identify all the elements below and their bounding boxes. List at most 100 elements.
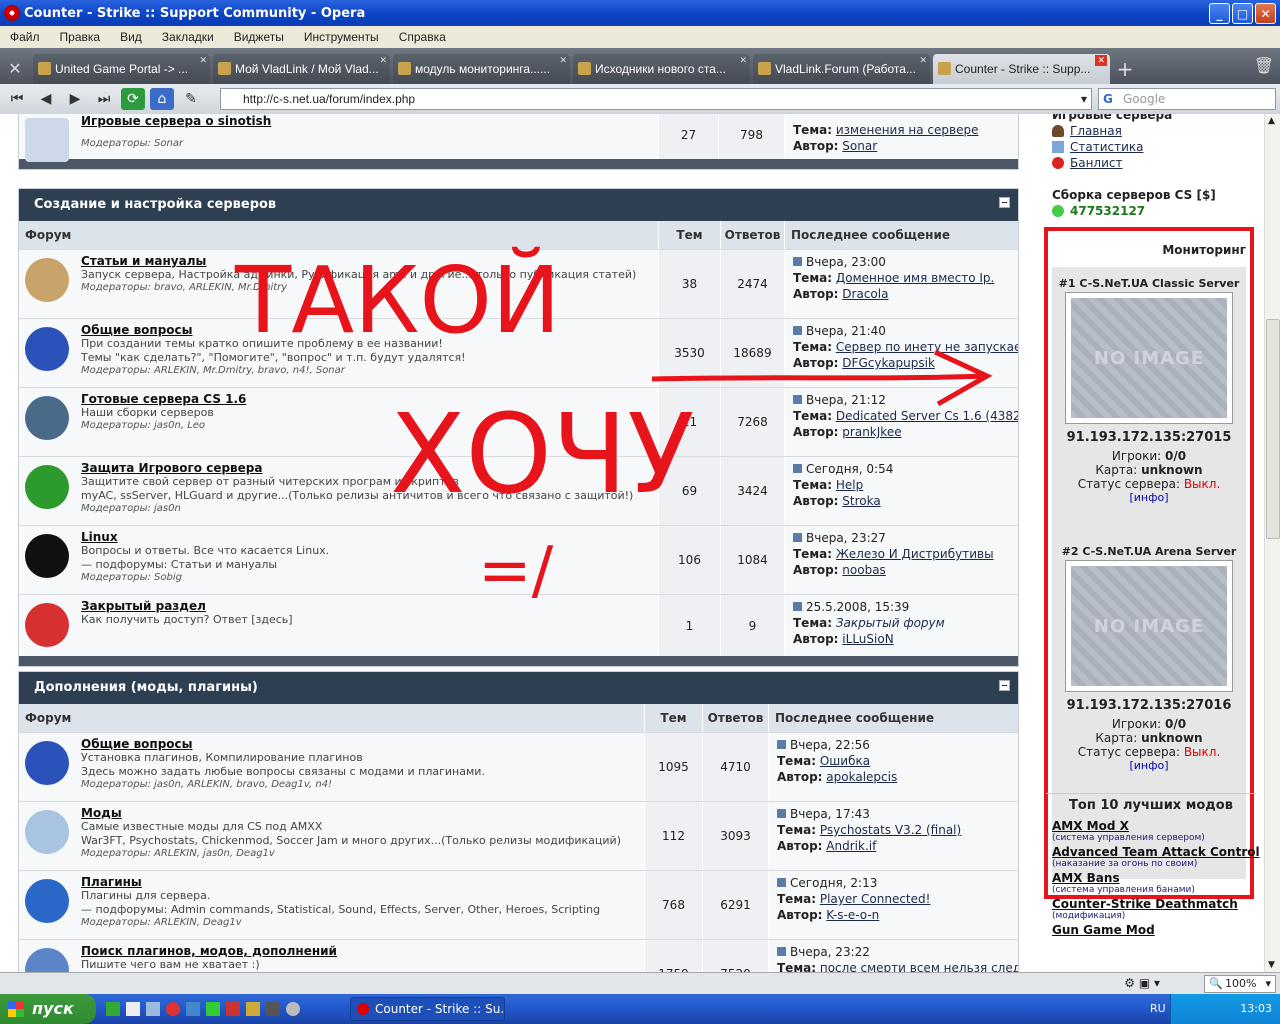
- build-title: Сборка серверов CS [$]: [1052, 188, 1216, 202]
- quicklaunch-icon[interactable]: [286, 1002, 300, 1016]
- monitoring-title: Мониторинг: [1162, 243, 1246, 257]
- reload-icon[interactable]: ⟳: [121, 88, 145, 110]
- players-value: 0/0: [1165, 449, 1187, 463]
- close-tab-icon[interactable]: ✕: [379, 55, 387, 66]
- scroll-down-icon[interactable]: ▼: [1268, 960, 1275, 970]
- home-icon[interactable]: ⌂: [150, 88, 174, 110]
- menu-bookmarks[interactable]: Закладки: [152, 30, 224, 44]
- icq-number[interactable]: 477532127: [1070, 204, 1145, 218]
- quicklaunch-icon[interactable]: [246, 1002, 260, 1016]
- menu-edit[interactable]: Правка: [50, 30, 111, 44]
- system-tray: 13:03: [1170, 994, 1280, 1024]
- tab-counter-strike[interactable]: Counter - Strike :: Supp... ✕: [933, 54, 1110, 84]
- top10-mods: Топ 10 лучших модов AMX Mod X (система уп…: [1040, 793, 1262, 937]
- server-block: #1 C-S.NeT.UA Classic Server NO IMAGE 91.1…: [1052, 267, 1246, 523]
- search-placeholder: Google: [1123, 92, 1166, 106]
- google-icon: G: [1103, 92, 1113, 106]
- back-icon[interactable]: ◀: [34, 88, 58, 110]
- quicklaunch-icon[interactable]: [126, 1002, 140, 1016]
- new-tab-icon[interactable]: +: [1110, 54, 1140, 84]
- server-block: #2 C-S.NeT.UA Arena Server NO IMAGE 91.193…: [1052, 523, 1246, 779]
- opera-icon: [357, 1003, 369, 1015]
- tab-united-game-portal[interactable]: United Game Portal -> ... ✕: [33, 54, 210, 84]
- players-label: Игроки:: [1111, 717, 1162, 731]
- tab-bar: ✕ United Game Portal -> ... ✕ Мой VladLin…: [0, 48, 1280, 84]
- tab-vladlink-forum[interactable]: VladLink.Forum (Работа... ✕: [753, 54, 930, 84]
- zoom-select[interactable]: 🔍 100% ▾: [1204, 975, 1276, 993]
- close-tab-icon[interactable]: ✕: [1095, 55, 1107, 66]
- dropdown-icon[interactable]: ▾: [1265, 976, 1271, 992]
- sidebar-partial-header: Игровые сервера: [1052, 114, 1173, 122]
- status-label: Статус сервера:: [1077, 477, 1180, 491]
- favicon-icon: [218, 62, 231, 75]
- favicon-icon: [38, 62, 51, 75]
- menu-bar: Файл Правка Вид Закладки Виджеты Инструм…: [0, 26, 1280, 48]
- edit-icon[interactable]: ✎: [179, 88, 203, 110]
- zoom-icon: 🔍: [1209, 977, 1223, 990]
- dropdown-icon[interactable]: ▾: [1081, 89, 1087, 109]
- mod-link[interactable]: AMX Mod X: [1052, 819, 1262, 833]
- language-indicator[interactable]: RU: [1150, 994, 1166, 1024]
- server-ip[interactable]: 91.193.172.135:27015: [1052, 430, 1246, 445]
- status-value: Выкл.: [1183, 477, 1221, 491]
- search-input[interactable]: G Google: [1098, 88, 1276, 110]
- mod-link[interactable]: Advanced Team Attack Control: [1052, 845, 1262, 859]
- start-button[interactable]: пуск: [0, 994, 96, 1024]
- annotation-word-2: ХОЧУ: [390, 390, 694, 518]
- quicklaunch-icon[interactable]: [166, 1002, 180, 1016]
- maximize-button[interactable]: □: [1232, 3, 1253, 24]
- tab-sources[interactable]: Исходники нового ста... ✕: [573, 54, 750, 84]
- server-info-link[interactable]: [инфо]: [1052, 759, 1246, 772]
- close-tab-icon[interactable]: ✕: [919, 55, 927, 66]
- mod-link[interactable]: Counter-Strike Deathmatch: [1052, 897, 1262, 911]
- close-tab-icon[interactable]: ✕: [559, 55, 567, 66]
- forward-icon[interactable]: ▶: [63, 88, 87, 110]
- menu-help[interactable]: Справка: [389, 30, 456, 44]
- mod-link[interactable]: AMX Bans: [1052, 871, 1262, 885]
- quicklaunch-icon[interactable]: [226, 1002, 240, 1016]
- tab-vladlink[interactable]: Мой VladLink / Мой Vlad... ✕: [213, 54, 390, 84]
- status-icons[interactable]: ⚙ ▣ ▾: [1124, 976, 1160, 990]
- close-tab-icon[interactable]: ✕: [739, 55, 747, 66]
- server-name: #1 C-S.NeT.UA Classic Server: [1058, 277, 1240, 290]
- fast-forward-icon[interactable]: ⏭: [92, 88, 116, 110]
- quick-launch: [106, 1002, 300, 1016]
- address-input[interactable]: http://c-s.net.ua/forum/index.php ▾: [220, 88, 1092, 110]
- opera-icon: [4, 5, 20, 21]
- taskbar-item-opera[interactable]: Counter - Strike :: Su...: [350, 997, 505, 1021]
- annotation-word-1: ТАКОЙ: [234, 246, 561, 354]
- trash-icon[interactable]: 🗑: [1254, 56, 1274, 75]
- map-value: unknown: [1141, 731, 1203, 745]
- favicon-icon: [578, 62, 591, 75]
- menu-tools[interactable]: Инструменты: [294, 30, 389, 44]
- tab-monitoring-module[interactable]: модуль мониторинга...... ✕: [393, 54, 570, 84]
- quicklaunch-icon[interactable]: [206, 1002, 220, 1016]
- link-banlist[interactable]: Банлист: [1070, 156, 1123, 170]
- no-image-text: NO IMAGE: [1071, 298, 1227, 418]
- scroll-up-icon[interactable]: ▲: [1268, 116, 1275, 126]
- mod-link[interactable]: Gun Game Mod: [1052, 923, 1262, 937]
- close-tab-icon[interactable]: ✕: [199, 55, 207, 66]
- quicklaunch-icon[interactable]: [266, 1002, 280, 1016]
- rewind-icon[interactable]: ⏮: [5, 88, 29, 110]
- menu-view[interactable]: Вид: [110, 30, 152, 44]
- status-bar: ⚙ ▣ ▾ 🔍 100% ▾: [0, 972, 1280, 994]
- quicklaunch-icon[interactable]: [186, 1002, 200, 1016]
- link-stats[interactable]: Статистика: [1070, 140, 1144, 154]
- menu-widgets[interactable]: Виджеты: [224, 30, 294, 44]
- server-info-link[interactable]: [инфо]: [1052, 491, 1246, 504]
- close-button[interactable]: ✕: [1255, 3, 1276, 24]
- quicklaunch-icon[interactable]: [146, 1002, 160, 1016]
- panels-toggle-icon[interactable]: ✕: [0, 54, 30, 84]
- scroll-thumb[interactable]: [1266, 319, 1280, 539]
- vertical-scrollbar[interactable]: ▲ ▼: [1264, 114, 1280, 972]
- server-ip[interactable]: 91.193.172.135:27016: [1052, 698, 1246, 713]
- minimize-button[interactable]: _: [1209, 3, 1230, 24]
- quicklaunch-icon[interactable]: [106, 1002, 120, 1016]
- link-main[interactable]: Главная: [1070, 124, 1122, 138]
- server-map-image: NO IMAGE: [1065, 560, 1233, 692]
- window-title: Counter - Strike :: Support Community - …: [24, 5, 366, 21]
- server-name: #2 C-S.NeT.UA Arena Server: [1061, 545, 1237, 558]
- menu-file[interactable]: Файл: [0, 30, 50, 44]
- favicon-icon: [398, 62, 411, 75]
